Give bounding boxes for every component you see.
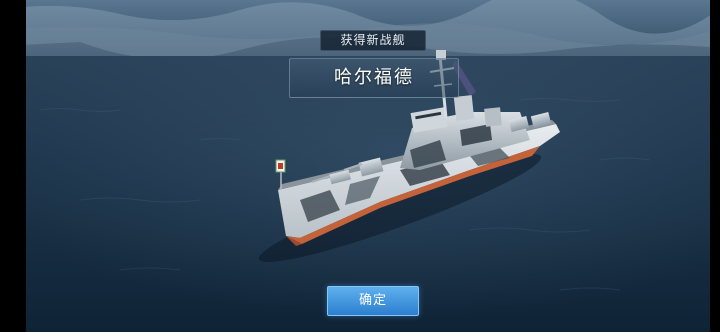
new-ship-badge: 获得新战舰 — [320, 30, 426, 51]
funnel-2 — [484, 107, 502, 127]
right-letterbox — [710, 0, 720, 332]
ship-name: 哈尔福德 — [289, 58, 459, 98]
funnel-1 — [453, 95, 475, 121]
left-letterbox — [0, 0, 26, 332]
reward-screen: 获得新战舰 哈尔福德 确定 — [0, 0, 720, 332]
confirm-button[interactable]: 确定 — [327, 286, 419, 316]
